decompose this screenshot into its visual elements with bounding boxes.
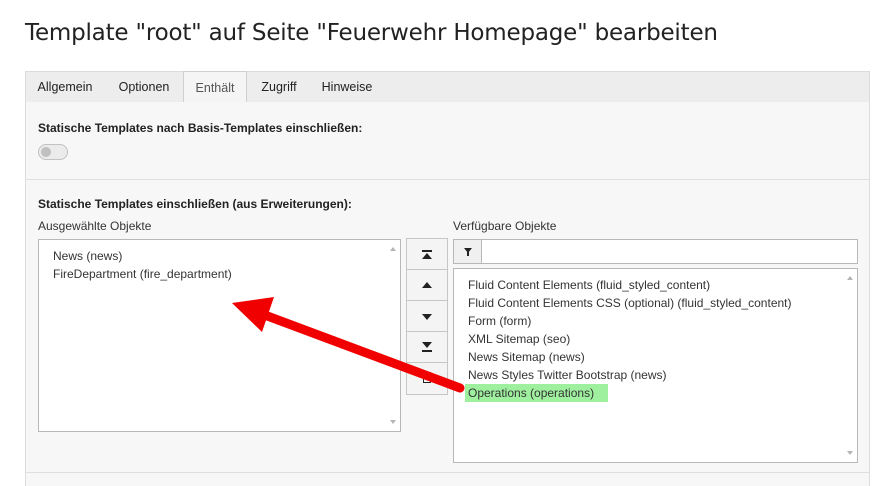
arrow-shaft — [257, 309, 465, 393]
arrowhead-icon — [232, 297, 274, 332]
annotation-arrow — [232, 297, 465, 393]
